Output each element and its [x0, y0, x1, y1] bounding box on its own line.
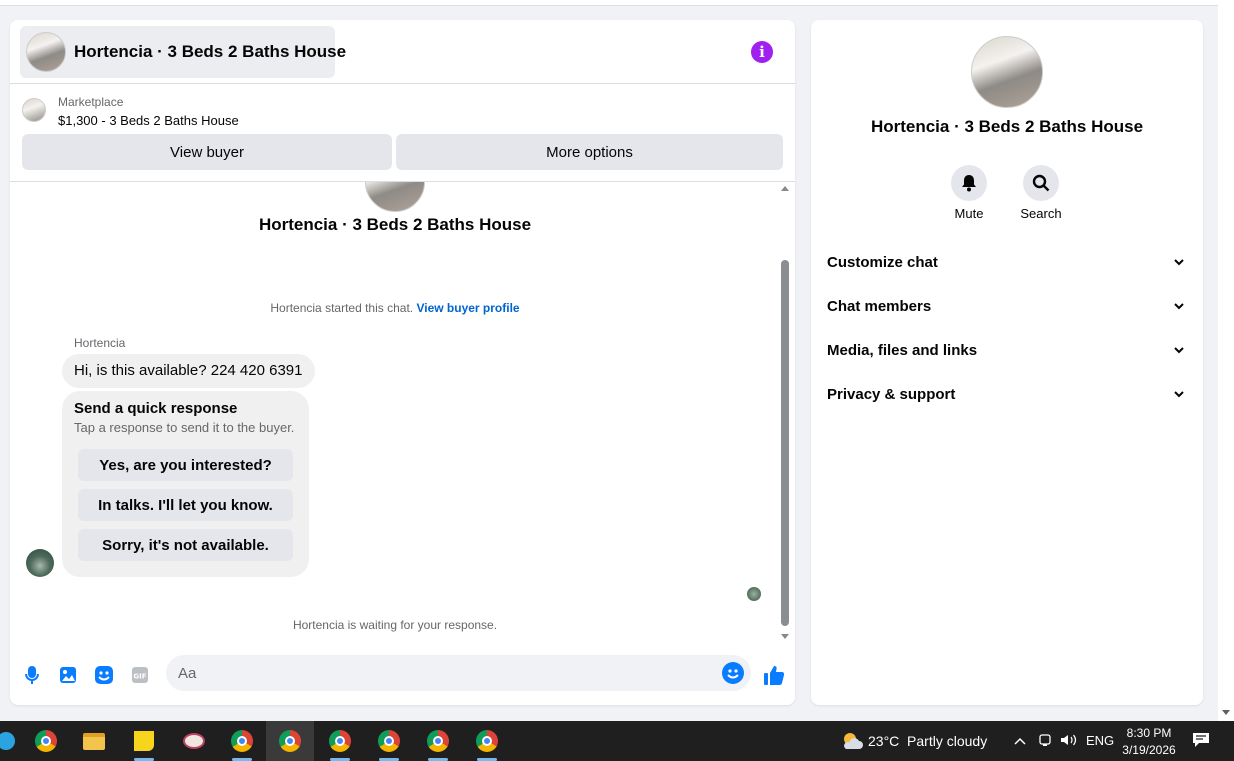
waiting-notice: Hortencia is waiting for your response.	[292, 618, 498, 632]
network-icon[interactable]	[1038, 733, 1052, 750]
microphone-icon[interactable]	[22, 665, 42, 685]
chat-members-label: Chat members	[827, 297, 932, 315]
scroll-down-arrow-icon[interactable]	[1222, 710, 1230, 715]
chat-panel: Hortencia · 3 Beds 2 Baths House i Marke…	[10, 20, 795, 705]
partly-cloudy-icon	[840, 731, 863, 751]
emoji-icon[interactable]	[722, 662, 744, 684]
chrome-icon[interactable]	[32, 727, 60, 755]
scroll-down-arrow-icon[interactable]	[781, 634, 789, 639]
chrome-profile-icon-active[interactable]	[266, 721, 314, 761]
marketplace-banner: Marketplace $1,300 - 3 Beds 2 Baths Hous…	[10, 84, 795, 182]
svg-text:GIF: GIF	[133, 673, 146, 681]
volume-icon[interactable]	[1060, 733, 1078, 750]
details-avatar	[971, 36, 1043, 108]
quick-response-card: Send a quick response Tap a response to …	[62, 391, 309, 577]
privacy-support-row[interactable]: Privacy & support	[827, 379, 1187, 409]
chat-details-panel: Hortencia · 3 Beds 2 Baths House Mute Se…	[811, 20, 1203, 705]
sticker-icon[interactable]	[94, 665, 114, 685]
chat-members-row[interactable]: Chat members	[827, 291, 1187, 321]
chrome-profile-icon[interactable]	[473, 727, 501, 761]
chevron-down-icon	[1171, 254, 1187, 270]
quick-response-not-available-button[interactable]: Sorry, it's not available.	[78, 529, 293, 561]
listing-avatar	[26, 32, 66, 72]
chat-title-button[interactable]: Hortencia · 3 Beds 2 Baths House	[20, 26, 346, 78]
info-icon[interactable]: i	[751, 41, 773, 63]
privacy-support-label: Privacy & support	[827, 385, 956, 403]
chrome-profile-icon[interactable]	[326, 727, 354, 761]
scrollbar-thumb[interactable]	[781, 260, 789, 626]
file-explorer-icon[interactable]	[80, 727, 108, 755]
bell-icon	[962, 175, 976, 192]
customize-chat-label: Customize chat	[827, 253, 938, 271]
read-receipt-avatar	[747, 587, 761, 601]
notification-icon[interactable]	[1192, 732, 1210, 748]
quick-response-yes-button[interactable]: Yes, are you interested?	[78, 449, 293, 481]
chevron-down-icon	[1171, 342, 1187, 358]
language-indicator[interactable]: ENG	[1086, 733, 1114, 748]
app-icon[interactable]	[0, 727, 20, 755]
sender-name: Hortencia	[74, 336, 126, 350]
photo-icon[interactable]	[58, 665, 78, 685]
view-buyer-profile-link[interactable]: View buyer profile	[416, 301, 519, 315]
chrome-profile-icon[interactable]	[424, 727, 452, 761]
chevron-down-icon	[1171, 386, 1187, 402]
paint-icon[interactable]	[180, 727, 208, 755]
message-scrollbar[interactable]	[779, 184, 791, 641]
mute-label: Mute	[954, 206, 984, 221]
mute-button[interactable]	[951, 165, 987, 201]
view-buyer-button[interactable]: View buyer	[22, 134, 392, 170]
chat-started-notice: Hortencia started this chat. View buyer …	[10, 301, 780, 315]
chevron-up-icon[interactable]	[1014, 733, 1026, 748]
clock-date: 3/19/2026	[1122, 743, 1176, 757]
more-options-button[interactable]: More options	[396, 134, 783, 170]
quick-response-subtitle: Tap a response to send it to the buyer.	[74, 420, 295, 435]
media-files-links-label: Media, files and links	[827, 341, 978, 359]
details-title: Hortencia · 3 Beds 2 Baths House	[870, 117, 1144, 136]
marketplace-label: Marketplace	[58, 95, 124, 109]
chat-title: Hortencia · 3 Beds 2 Baths House	[74, 42, 347, 61]
gif-icon[interactable]: GIF	[130, 665, 150, 685]
page-scrollbar[interactable]	[1218, 0, 1234, 721]
browser-top-strip	[0, 0, 1218, 6]
sticky-notes-icon[interactable]	[130, 727, 158, 761]
started-text: Hortencia started this chat.	[270, 301, 414, 315]
weather-widget[interactable]: 23°C Partly cloudy	[840, 731, 987, 751]
search-icon	[1032, 174, 1050, 192]
listing-thumbnail	[22, 98, 46, 122]
chrome-profile-icon[interactable]	[228, 727, 256, 761]
message-input[interactable]	[166, 655, 751, 691]
scroll-up-arrow-icon[interactable]	[781, 186, 789, 191]
chrome-profile-icon[interactable]	[375, 727, 403, 761]
media-files-links-row[interactable]: Media, files and links	[827, 335, 1187, 365]
search-button[interactable]	[1023, 165, 1059, 201]
clock-time: 8:30 PM	[1126, 726, 1172, 740]
message-composer: GIF	[10, 647, 795, 705]
windows-taskbar: 23°C Partly cloudy ENG 8:30 PM 3/19/2026	[0, 721, 1234, 761]
conversation-avatar	[365, 182, 425, 212]
sender-avatar[interactable]	[26, 549, 54, 577]
weather-text: 23°C Partly cloudy	[868, 733, 988, 749]
message-bubble[interactable]: Hi, is this available? 224 420 6391	[62, 354, 315, 388]
quick-response-in-talks-button[interactable]: In talks. I'll let you know.	[78, 489, 293, 521]
system-clock[interactable]: 8:30 PM 3/19/2026	[1118, 725, 1180, 759]
conversation-title: Hortencia · 3 Beds 2 Baths House	[258, 215, 532, 234]
chevron-down-icon	[1171, 298, 1187, 314]
customize-chat-row[interactable]: Customize chat	[827, 247, 1187, 277]
thumbs-up-icon[interactable]	[762, 663, 786, 687]
chat-header: Hortencia · 3 Beds 2 Baths House i	[10, 20, 795, 84]
search-label: Search	[1020, 206, 1062, 221]
message-list[interactable]: Hortencia · 3 Beds 2 Baths House Hortenc…	[10, 182, 795, 642]
quick-response-title: Send a quick response	[74, 400, 238, 417]
listing-price: $1,300 - 3 Beds 2 Baths House	[58, 113, 239, 128]
